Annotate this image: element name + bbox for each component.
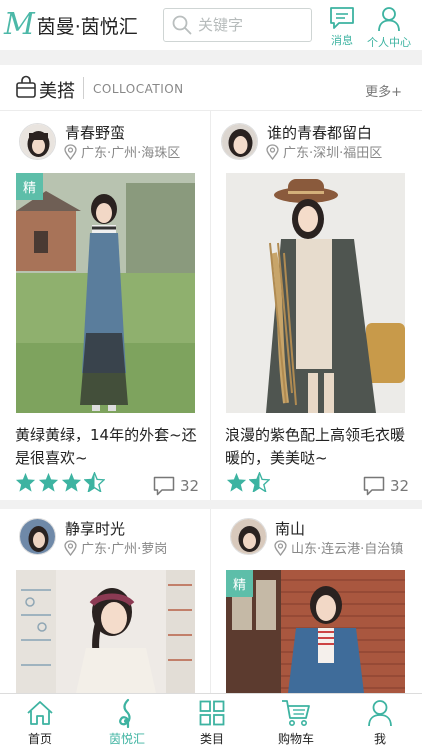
nav-label: 购物车 (277, 732, 314, 746)
star-icon (38, 472, 59, 492)
comment-icon (153, 476, 175, 496)
avatar[interactable] (221, 123, 258, 160)
outfit-card[interactable]: 静享时光 广东·广州·萝岗 (0, 509, 210, 693)
more-link[interactable]: 更多+ (365, 81, 402, 100)
app-header: M 茵曼·茵悦汇 消息 个人中心 (0, 0, 422, 50)
location: 山东·连云港·自治镇 (274, 538, 403, 557)
location-pin-icon (64, 539, 77, 556)
comments-count[interactable]: 32 (153, 476, 199, 496)
header-gap (0, 50, 422, 65)
rating-stars (15, 472, 107, 492)
featured-badge: 精 (16, 173, 43, 200)
logo-monogram: M (4, 7, 35, 42)
profile-button[interactable]: 个人中心 (367, 6, 411, 50)
row-divider (0, 500, 422, 509)
star-icon (15, 472, 36, 492)
comments-number: 32 (390, 477, 410, 495)
location: 广东·广州·海珠区 (64, 142, 180, 161)
nav-categories[interactable]: 类目 (177, 694, 247, 750)
handbag-icon (16, 75, 36, 98)
nav-label: 我 (373, 732, 386, 746)
nav-cart[interactable]: 购物车 (261, 694, 331, 750)
location: 广东·深圳·福田区 (266, 142, 382, 161)
location-pin-icon (274, 539, 287, 556)
featured-badge: 精 (226, 570, 253, 597)
logo-text: 茵曼·茵悦汇 (36, 15, 138, 38)
messages-label: 消息 (331, 34, 353, 47)
cart-icon (282, 700, 310, 726)
nav-me[interactable]: 我 (345, 694, 415, 750)
half-star-icon (249, 472, 270, 492)
star-icon (61, 472, 82, 492)
outfit-photo[interactable]: 精 (226, 570, 405, 693)
outfit-card[interactable]: 青春野蛮 广东·广州·海珠区 精 黄绿黄绿，14年的外套~还是很喜欢~ 32 (0, 111, 210, 500)
avatar[interactable] (19, 123, 56, 160)
person-icon (378, 7, 400, 32)
star-icon (226, 472, 247, 492)
nav-home[interactable]: 首页 (5, 694, 75, 750)
post-caption[interactable]: 浪漫的紫色配上高领毛衣暖暖的，美美哒~ (225, 424, 410, 470)
avatar[interactable] (19, 518, 56, 555)
location-text: 广东·广州·萝岗 (81, 542, 168, 557)
location-pin-icon (266, 143, 279, 160)
user-name[interactable]: 谁的青春都留白 (267, 122, 372, 143)
outfit-photo[interactable] (226, 173, 405, 413)
avatar[interactable] (230, 518, 267, 555)
user-name[interactable]: 青春野蛮 (65, 122, 125, 143)
search-icon (172, 15, 192, 35)
profile-label: 个人中心 (367, 36, 411, 49)
search-input[interactable] (198, 16, 298, 34)
nav-label: 类目 (199, 732, 224, 746)
outfit-photo[interactable] (16, 570, 195, 693)
rating-stars (226, 472, 272, 492)
location-pin-icon (64, 143, 77, 160)
location-text: 广东·深圳·福田区 (283, 146, 383, 161)
location: 广东·广州·萝岗 (64, 538, 167, 557)
nav-yinyuehui[interactable]: 茵悦汇 (92, 694, 162, 750)
user-name[interactable]: 静享时光 (65, 518, 125, 539)
section-title: 美搭 (39, 81, 75, 102)
outfit-photo[interactable]: 精 (16, 173, 195, 413)
half-star-icon (84, 472, 105, 492)
nav-label: 首页 (27, 732, 52, 746)
person-icon (368, 700, 392, 727)
home-icon (27, 701, 53, 725)
music-note-icon (119, 698, 131, 728)
outfit-card[interactable]: 谁的青春都留白 广东·深圳·福田区 浪漫的紫色配上高领毛衣暖暖的，美美哒~ 32 (211, 111, 421, 500)
location-text: 山东·连云港·自治镇 (291, 542, 404, 557)
comments-number: 32 (180, 477, 200, 495)
post-caption[interactable]: 黄绿黄绿，14年的外套~还是很喜欢~ (15, 424, 200, 470)
collocation-section-header: 美搭 COLLOCATION 更多+ (0, 65, 422, 111)
comment-icon (363, 476, 385, 496)
message-icon (330, 7, 354, 29)
location-text: 广东·广州·海珠区 (81, 146, 181, 161)
comments-count[interactable]: 32 (363, 476, 409, 496)
search-box[interactable] (163, 8, 312, 42)
grid-icon (199, 700, 225, 726)
brand-logo[interactable]: M 茵曼·茵悦汇 (4, 8, 138, 42)
bottom-navigation: 首页 茵悦汇 类目 购物车 我 (0, 693, 422, 750)
section-divider (83, 77, 84, 99)
user-name[interactable]: 南山 (275, 518, 305, 539)
nav-label: 茵悦汇 (108, 732, 145, 746)
messages-button[interactable]: 消息 (329, 6, 355, 48)
section-subtitle: COLLOCATION (93, 82, 184, 96)
outfit-card[interactable]: 南山 山东·连云港·自治镇 精 (211, 509, 421, 693)
